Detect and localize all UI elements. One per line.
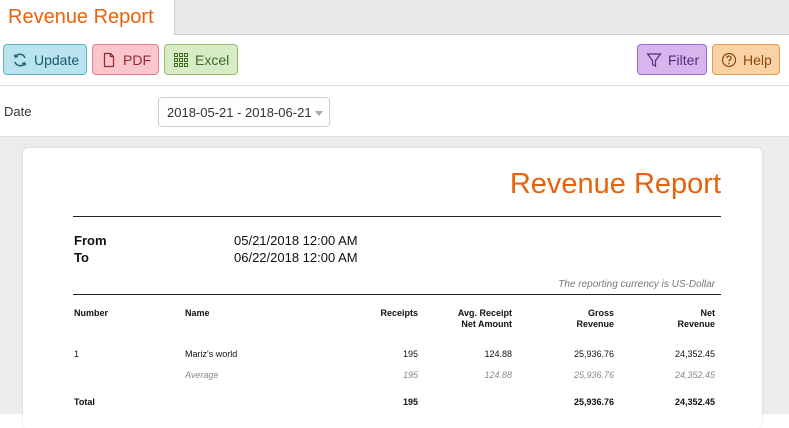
col-receipts-header: Receipts [380, 308, 418, 318]
help-label: Help [743, 51, 772, 68]
row-receipts: 195 [402, 349, 418, 359]
average-receipts: 195 [402, 370, 418, 380]
average-label: Average [185, 370, 219, 380]
date-label: Date [4, 104, 32, 119]
title-divider [73, 216, 721, 217]
row-avg: 124.88 [484, 349, 512, 359]
tab-label: Revenue Report [8, 6, 154, 28]
help-button[interactable]: Help [712, 44, 780, 75]
table-divider [73, 294, 721, 295]
date-filter-bar: Date 2018-05-21 - 2018-06-21 [0, 86, 789, 137]
update-button[interactable]: Update [3, 44, 87, 75]
to-value: 06/22/2018 12:00 AM [234, 250, 358, 265]
filter-icon [646, 52, 662, 68]
from-value: 05/21/2018 12:00 AM [234, 233, 358, 248]
grid-icon [173, 52, 189, 68]
date-range-value: 2018-05-21 - 2018-06-21 [167, 105, 312, 120]
total-gross: 25,936.76 [573, 397, 614, 407]
total-label: Total [74, 397, 95, 407]
col-net-header-line2: Revenue [677, 319, 715, 329]
row-net: 24,352.45 [674, 349, 715, 359]
col-avg-header-line1: Avg. Receipt [457, 308, 512, 318]
update-label: Update [34, 51, 80, 68]
date-range-select[interactable]: 2018-05-21 - 2018-06-21 [158, 97, 330, 127]
filter-button[interactable]: Filter [637, 44, 707, 75]
excel-label: Excel [195, 51, 230, 68]
chevron-down-icon [315, 111, 323, 116]
excel-button[interactable]: Excel [164, 44, 238, 75]
average-gross: 25,936.76 [573, 370, 614, 380]
average-net: 24,352.45 [674, 370, 715, 380]
tab-bar: Revenue Report [0, 0, 789, 35]
report-page: Revenue Report From 05/21/2018 12:00 AM … [23, 148, 762, 428]
pdf-button[interactable]: PDF [92, 44, 159, 75]
col-gross-header-line1: Gross [587, 308, 614, 318]
row-number: 1 [74, 349, 80, 359]
help-icon [721, 52, 737, 68]
to-label: To [74, 250, 89, 265]
average-avg: 124.88 [484, 370, 512, 380]
total-net: 24,352.45 [674, 397, 715, 407]
total-receipts: 195 [402, 397, 418, 407]
from-label: From [74, 233, 107, 248]
col-avg-header: Avg. Receipt Net Amount [458, 308, 512, 330]
refresh-icon [12, 52, 28, 68]
col-net-header-line1: Net [700, 308, 715, 318]
col-net-header: Net Revenue [677, 308, 715, 330]
tab-revenue-report[interactable]: Revenue Report [0, 0, 175, 35]
col-gross-header-line2: Revenue [576, 319, 614, 329]
col-name-header: Name [185, 308, 210, 318]
report-title: Revenue Report [509, 168, 721, 200]
row-name: Mariz's world [185, 349, 238, 359]
col-avg-header-line2: Net Amount [461, 319, 512, 329]
col-number-header: Number [74, 308, 109, 318]
currency-note: The reporting currency is US-Dollar [558, 279, 715, 290]
report-viewer[interactable]: Revenue Report From 05/21/2018 12:00 AM … [0, 137, 789, 428]
toolbar: Update PDF Excel Filter Help [0, 35, 789, 86]
pdf-label: PDF [123, 51, 151, 68]
row-gross: 25,936.76 [573, 349, 614, 359]
filter-label: Filter [668, 51, 700, 68]
col-gross-header: Gross Revenue [576, 308, 614, 330]
document-icon [101, 52, 117, 68]
